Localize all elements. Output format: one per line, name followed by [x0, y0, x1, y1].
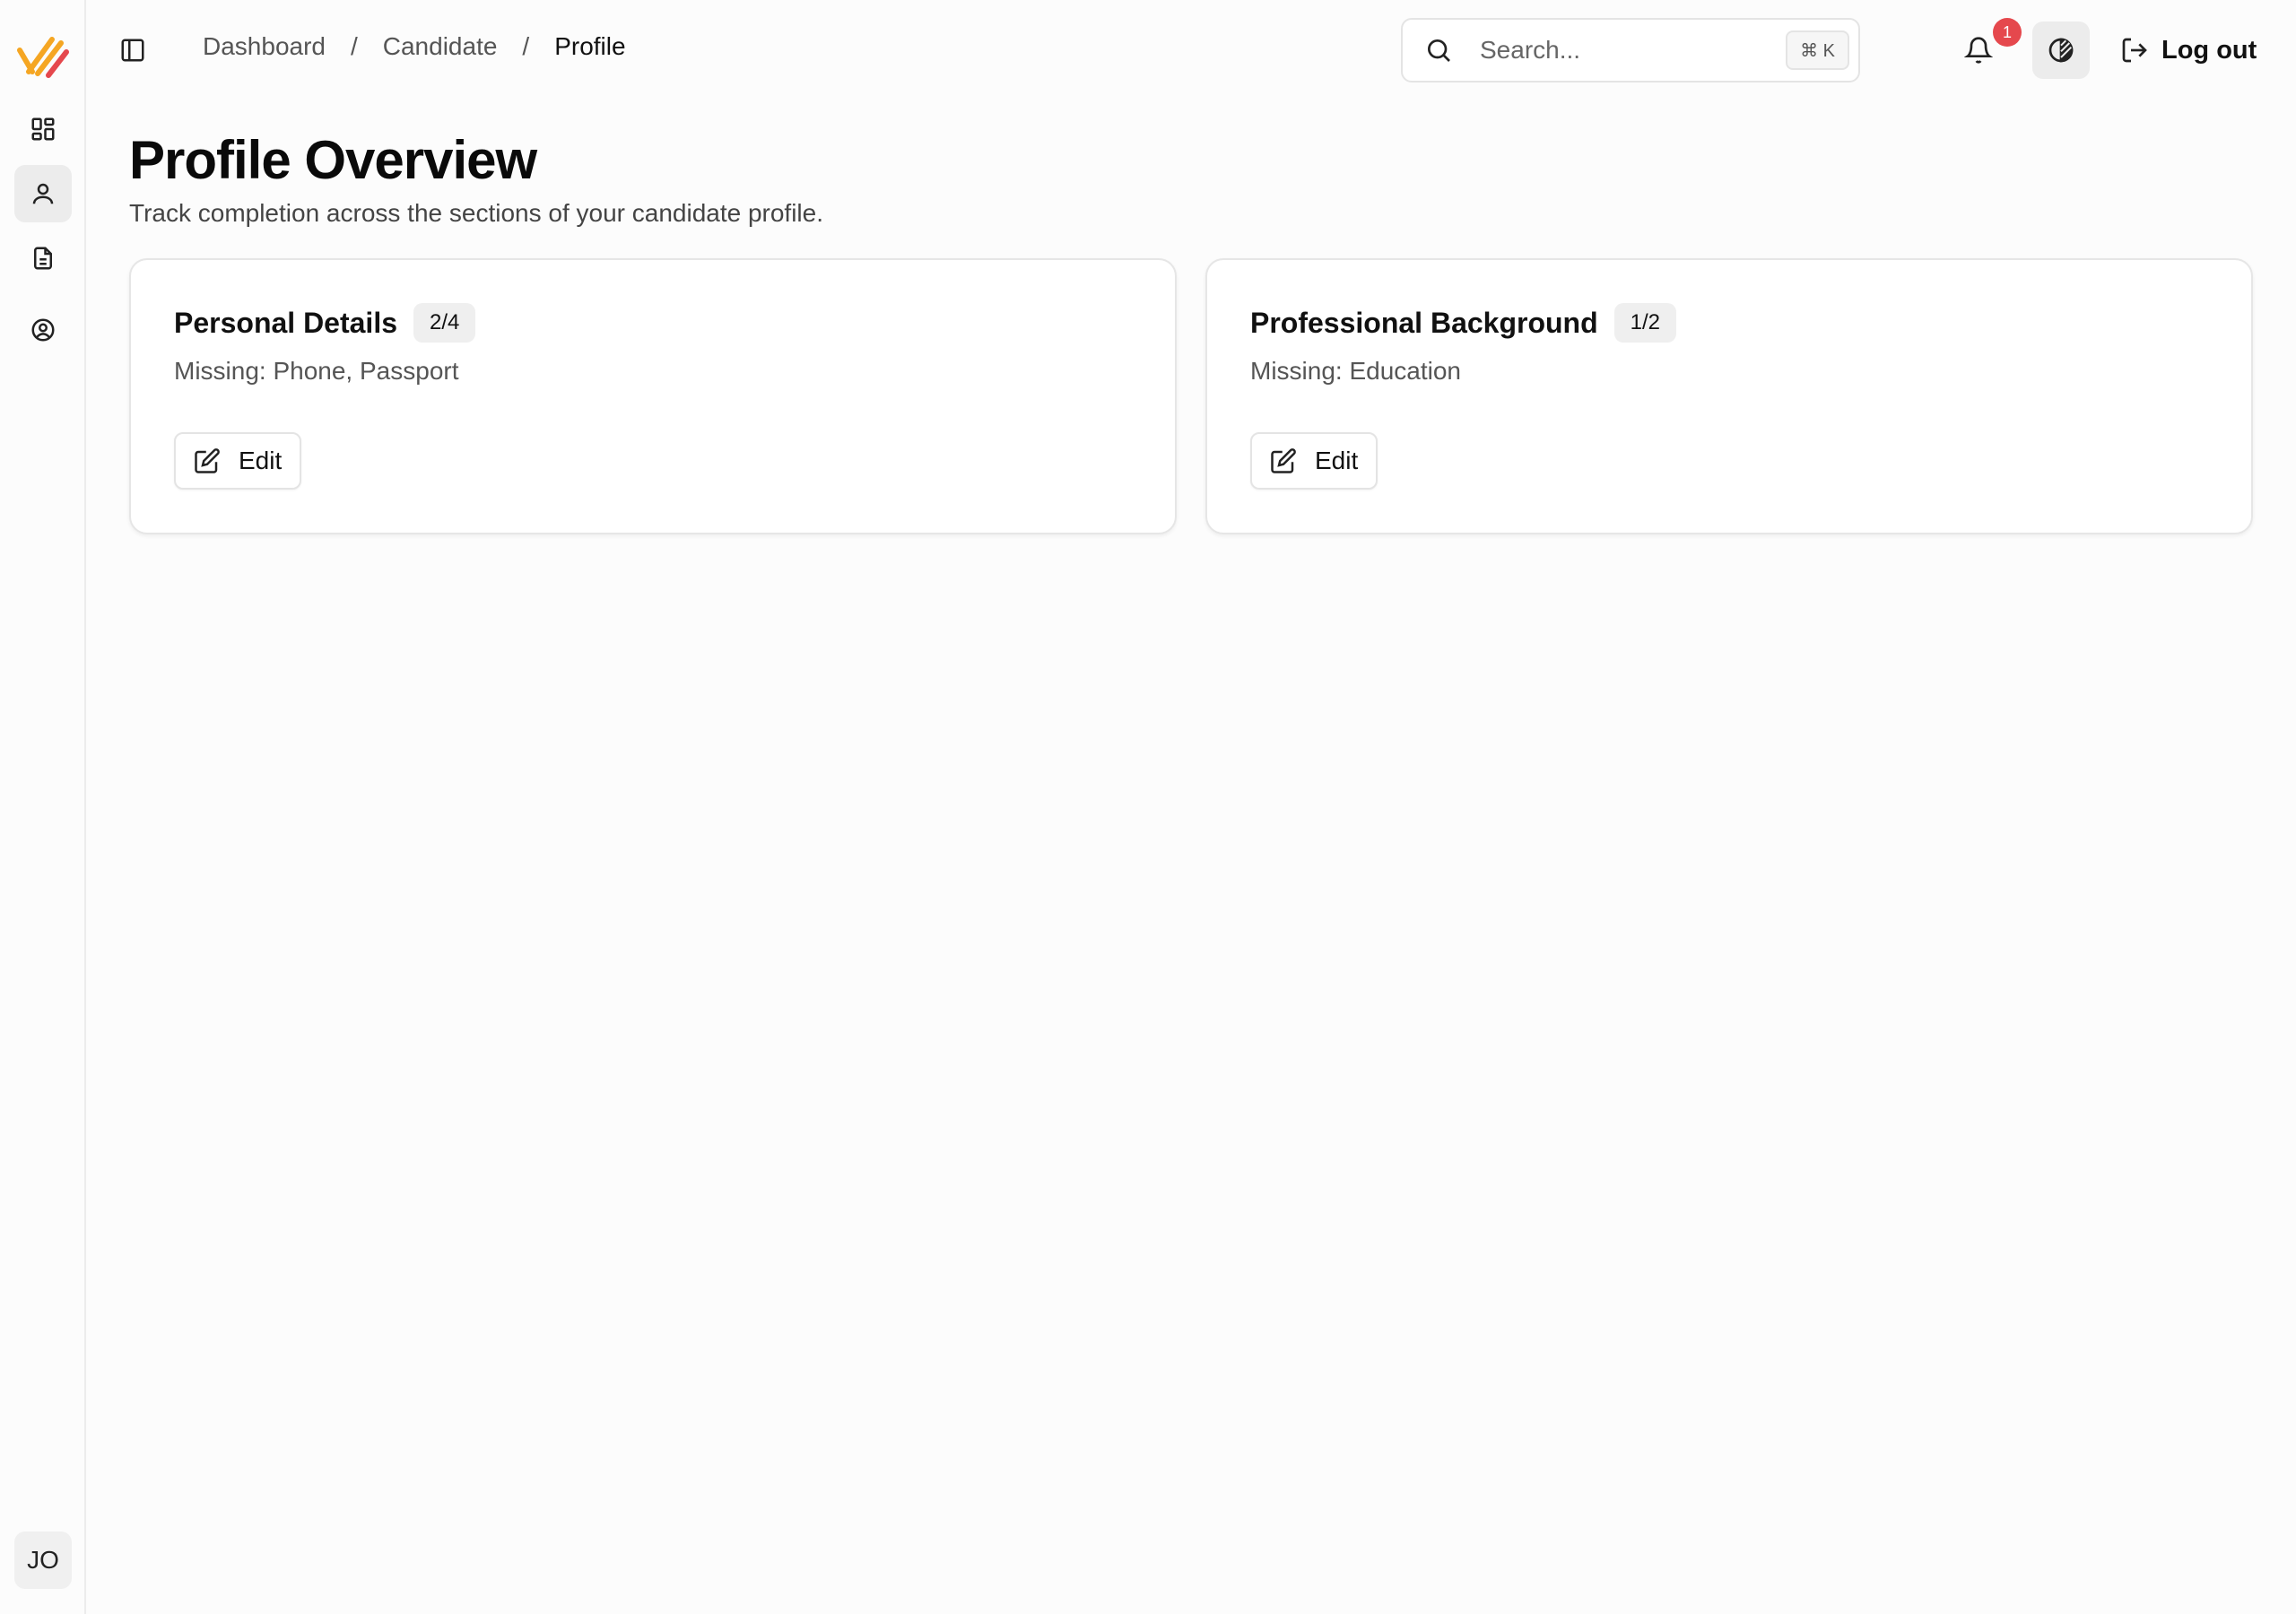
sidebar-item-documents[interactable]	[14, 230, 72, 287]
search-shortcut-hint: ⌘ K	[1786, 30, 1849, 70]
missing-fields-text: Missing: Phone, Passport	[174, 357, 459, 385]
sidebar: JO	[0, 0, 86, 1614]
edit-label: Edit	[239, 447, 283, 474]
avatar[interactable]: JO	[14, 1532, 72, 1589]
logout-icon	[2122, 38, 2147, 63]
card-title: Professional Background	[1250, 306, 1598, 339]
document-icon	[34, 247, 52, 270]
page-subtitle: Track completion across the sections of …	[129, 199, 824, 227]
section-card-personal-details: Personal Details 2/4 Missing: Phone, Pas…	[129, 258, 1177, 534]
breadcrumb-candidate[interactable]: Candidate	[383, 32, 498, 61]
search-placeholder: Search...	[1480, 36, 1581, 64]
page-title: Profile Overview	[129, 130, 537, 190]
sidebar-item-dashboard[interactable]	[14, 100, 72, 158]
breadcrumb-dashboard[interactable]: Dashboard	[203, 32, 326, 61]
user-circle-icon	[31, 318, 55, 342]
edit-professional-background-button[interactable]: Edit	[1250, 432, 1378, 490]
sidebar-panel-icon	[121, 39, 144, 62]
card-header: Personal Details 2/4	[174, 303, 476, 343]
search-input[interactable]: Search... ⌘ K	[1401, 18, 1860, 82]
card-header: Professional Background 1/2	[1250, 303, 1677, 343]
dashboard-grid-icon	[31, 117, 55, 141]
app-root: JO Dashboard / Candidate / Profile Searc…	[0, 0, 2296, 1614]
avatar-initials: JO	[27, 1546, 59, 1574]
brand-logo-icon[interactable]	[16, 32, 70, 79]
search-icon	[1428, 39, 1450, 62]
completion-count-badge: 2/4	[413, 303, 476, 343]
theme-toggle-button[interactable]	[2032, 22, 2090, 79]
edit-icon	[195, 448, 220, 473]
breadcrumb-separator: /	[522, 32, 530, 60]
notification-count-badge: 1	[1993, 18, 2022, 47]
edit-icon	[1271, 448, 1296, 473]
contrast-icon	[2048, 38, 2074, 63]
breadcrumb: Dashboard / Candidate / Profile	[203, 32, 626, 61]
sidebar-item-account[interactable]	[14, 301, 72, 359]
logout-button[interactable]: Log out	[2120, 27, 2257, 74]
user-icon	[32, 183, 54, 204]
notifications-button[interactable]	[1961, 32, 1996, 68]
sidebar-item-profile[interactable]	[14, 165, 72, 222]
card-title: Personal Details	[174, 306, 397, 339]
logout-label: Log out	[2161, 35, 2257, 65]
edit-personal-details-button[interactable]: Edit	[174, 432, 302, 490]
edit-label: Edit	[1315, 447, 1359, 474]
bell-icon	[1964, 37, 1993, 64]
completion-count-badge: 1/2	[1613, 303, 1677, 343]
missing-fields-text: Missing: Education	[1250, 357, 1462, 385]
breadcrumb-profile: Profile	[554, 32, 626, 60]
sidebar-toggle-button[interactable]	[117, 34, 149, 66]
breadcrumb-separator: /	[350, 32, 358, 60]
section-card-professional-background: Professional Background 1/2 Missing: Edu…	[1205, 258, 2253, 534]
